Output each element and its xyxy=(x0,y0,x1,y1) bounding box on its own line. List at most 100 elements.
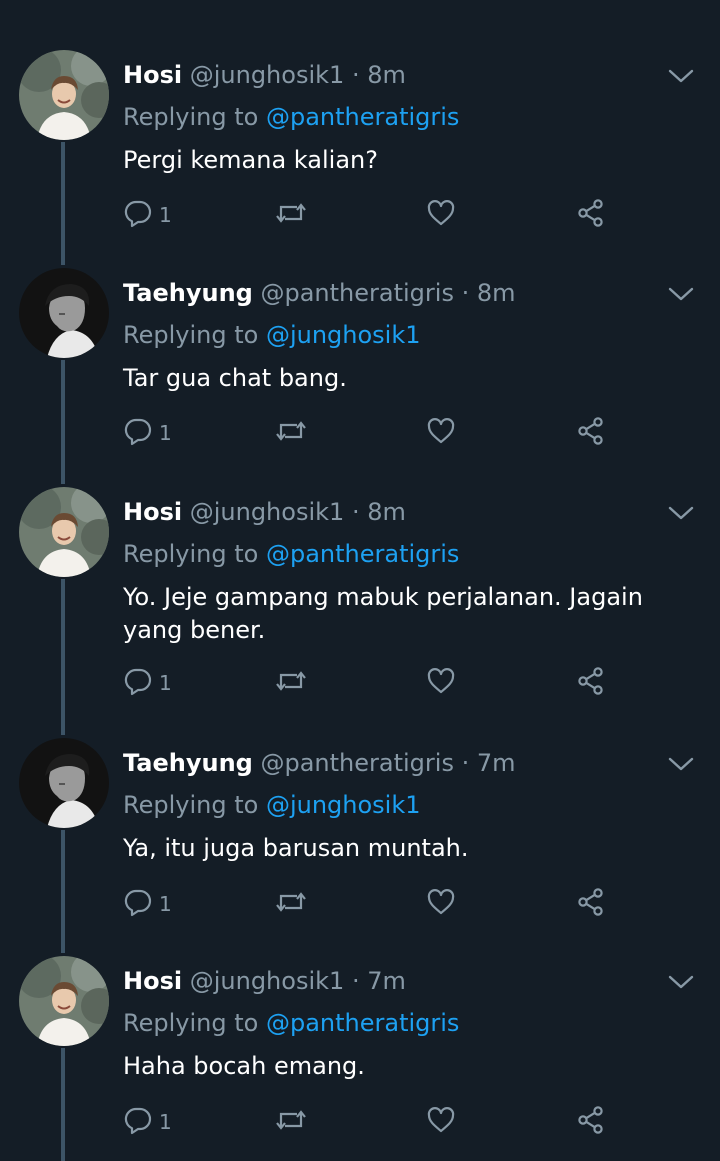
chevron-down-icon[interactable] xyxy=(666,66,696,86)
reply-icon xyxy=(123,1105,153,1139)
mention-link[interactable]: @pantheratigris xyxy=(266,1009,459,1037)
taehyung-avatar[interactable] xyxy=(19,738,109,828)
tweet-header: Hosi @junghosik1 · 8m xyxy=(123,60,406,90)
reply-icon xyxy=(123,887,153,921)
tweet-actions: 1 xyxy=(123,663,623,703)
retweet-button[interactable] xyxy=(273,663,309,703)
share-button[interactable] xyxy=(576,884,606,924)
tweet[interactable]: Hosi @junghosik1 · 8m Replying to @panthe… xyxy=(0,487,720,703)
tweet[interactable]: Taehyung @pantheratigris · 8m Replying to… xyxy=(0,268,720,453)
tweet-text: Tar gua chat bang. xyxy=(123,364,347,392)
heart-icon xyxy=(426,1105,456,1139)
mention-link[interactable]: @pantheratigris xyxy=(266,103,459,131)
replying-to: Replying to @pantheratigris xyxy=(123,1008,459,1038)
reply-button[interactable]: 1 xyxy=(123,195,172,235)
thread: Hosi @junghosik1 · 8m Replying to @panthe… xyxy=(0,0,720,1161)
tweet-header: Taehyung @pantheratigris · 8m xyxy=(123,278,516,308)
tweet-header: Hosi @junghosik1 · 8m xyxy=(123,497,406,527)
timestamp[interactable]: 8m xyxy=(477,279,516,307)
share-icon xyxy=(576,666,606,700)
tweet-actions: 1 xyxy=(123,413,623,453)
tweet-header: Hosi @junghosik1 · 7m xyxy=(123,966,406,996)
reply-button[interactable]: 1 xyxy=(123,663,172,703)
username[interactable]: @pantheratigris xyxy=(260,749,453,777)
reply-count: 1 xyxy=(159,203,172,227)
reply-icon xyxy=(123,666,153,700)
share-button[interactable] xyxy=(576,1102,606,1142)
taehyung-avatar[interactable] xyxy=(19,268,109,358)
reply-count: 1 xyxy=(159,421,172,445)
heart-icon xyxy=(426,416,456,450)
reply-button[interactable]: 1 xyxy=(123,884,172,924)
display-name[interactable]: Taehyung xyxy=(123,749,253,777)
share-icon xyxy=(576,887,606,921)
tweet[interactable]: Hosi @junghosik1 · 7m Replying to @panthe… xyxy=(0,956,720,1142)
separator-dot: · xyxy=(461,279,470,307)
replying-to-label: Replying to xyxy=(123,103,259,131)
like-button[interactable] xyxy=(426,884,456,924)
username[interactable]: @junghosik1 xyxy=(190,498,345,526)
retweet-button[interactable] xyxy=(273,884,309,924)
reply-button[interactable]: 1 xyxy=(123,413,172,453)
mention-link[interactable]: @pantheratigris xyxy=(266,540,459,568)
chevron-down-icon[interactable] xyxy=(666,754,696,774)
replying-to: Replying to @junghosik1 xyxy=(123,320,421,350)
username[interactable]: @junghosik1 xyxy=(190,967,345,995)
timestamp[interactable]: 8m xyxy=(367,61,406,89)
like-button[interactable] xyxy=(426,663,456,703)
tweet[interactable]: Hosi @junghosik1 · 8m Replying to @panthe… xyxy=(0,50,720,235)
display-name[interactable]: Hosi xyxy=(123,498,182,526)
retweet-icon xyxy=(273,666,309,700)
chevron-down-icon[interactable] xyxy=(666,503,696,523)
tweet-text: Haha bocah emang. xyxy=(123,1052,365,1080)
retweet-button[interactable] xyxy=(273,1102,309,1142)
like-button[interactable] xyxy=(426,413,456,453)
tweet-actions: 1 xyxy=(123,1102,623,1142)
heart-icon xyxy=(426,198,456,232)
share-button[interactable] xyxy=(576,663,606,703)
share-icon xyxy=(576,198,606,232)
timestamp[interactable]: 7m xyxy=(367,967,406,995)
like-button[interactable] xyxy=(426,195,456,235)
retweet-button[interactable] xyxy=(273,413,309,453)
chevron-down-icon[interactable] xyxy=(666,284,696,304)
replying-to: Replying to @pantheratigris xyxy=(123,539,459,569)
hosi-avatar[interactable] xyxy=(19,50,109,140)
username[interactable]: @junghosik1 xyxy=(190,61,345,89)
timestamp[interactable]: 8m xyxy=(367,498,406,526)
replying-to-label: Replying to xyxy=(123,1009,259,1037)
separator-dot: · xyxy=(351,498,360,526)
mention-link[interactable]: @junghosik1 xyxy=(266,791,421,819)
replying-to-label: Replying to xyxy=(123,540,259,568)
timestamp[interactable]: 7m xyxy=(477,749,516,777)
tweet-actions: 1 xyxy=(123,884,623,924)
reply-button[interactable]: 1 xyxy=(123,1102,172,1142)
retweet-icon xyxy=(273,887,309,921)
tweet[interactable]: Taehyung @pantheratigris · 7m Replying to… xyxy=(0,738,720,924)
tweet-header: Taehyung @pantheratigris · 7m xyxy=(123,748,516,778)
mention-link[interactable]: @junghosik1 xyxy=(266,321,421,349)
username[interactable]: @pantheratigris xyxy=(260,279,453,307)
replying-to-label: Replying to xyxy=(123,321,259,349)
display-name[interactable]: Hosi xyxy=(123,967,182,995)
separator-dot: · xyxy=(461,749,470,777)
retweet-button[interactable] xyxy=(273,195,309,235)
share-button[interactable] xyxy=(576,195,606,235)
hosi-avatar[interactable] xyxy=(19,487,109,577)
hosi-avatar[interactable] xyxy=(19,956,109,1046)
tweet-text: Pergi kemana kalian? xyxy=(123,146,378,174)
heart-icon xyxy=(426,666,456,700)
separator-dot: · xyxy=(351,61,360,89)
display-name[interactable]: Taehyung xyxy=(123,279,253,307)
chevron-down-icon[interactable] xyxy=(666,972,696,992)
display-name[interactable]: Hosi xyxy=(123,61,182,89)
retweet-icon xyxy=(273,416,309,450)
share-button[interactable] xyxy=(576,413,606,453)
replying-to-label: Replying to xyxy=(123,791,259,819)
like-button[interactable] xyxy=(426,1102,456,1142)
reply-icon xyxy=(123,198,153,232)
replying-to: Replying to @junghosik1 xyxy=(123,790,421,820)
reply-icon xyxy=(123,416,153,450)
reply-count: 1 xyxy=(159,892,172,916)
share-icon xyxy=(576,1105,606,1139)
